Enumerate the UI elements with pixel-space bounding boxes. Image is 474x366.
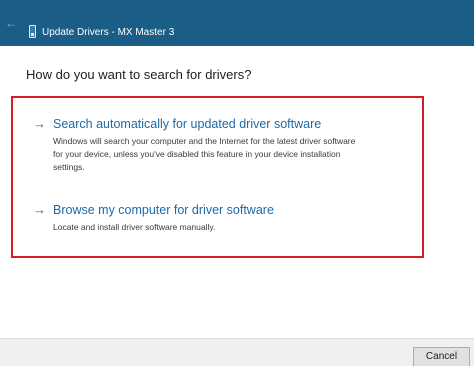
- search-automatically-option[interactable]: → Search automatically for updated drive…: [33, 116, 408, 174]
- dialog-footer: Cancel: [0, 338, 474, 366]
- back-arrow-icon[interactable]: ←: [0, 0, 22, 46]
- description-line: Windows will search your computer and th…: [53, 136, 356, 146]
- right-arrow-icon: →: [33, 116, 46, 131]
- usb-device-icon: [29, 25, 36, 38]
- option-description: Locate and install driver software manua…: [53, 221, 408, 234]
- window-title: Update Drivers - MX Master 3: [42, 27, 175, 38]
- update-drivers-dialog: ← Update Drivers - MX Master 3 How do yo…: [0, 0, 474, 366]
- description-line: for your device, unless you've disabled …: [53, 149, 341, 159]
- option-title[interactable]: Browse my computer for driver software: [53, 202, 274, 219]
- description-line: settings.: [53, 162, 85, 172]
- option-title[interactable]: Search automatically for updated driver …: [53, 116, 321, 133]
- right-arrow-icon: →: [33, 202, 46, 217]
- cancel-button[interactable]: Cancel: [413, 347, 470, 366]
- option-description: Windows will search your computer and th…: [53, 135, 408, 174]
- page-heading: How do you want to search for drivers?: [26, 67, 252, 82]
- browse-computer-option[interactable]: → Browse my computer for driver software…: [33, 202, 408, 234]
- description-line: Locate and install driver software manua…: [53, 222, 216, 232]
- title-bar: ← Update Drivers - MX Master 3: [0, 0, 474, 46]
